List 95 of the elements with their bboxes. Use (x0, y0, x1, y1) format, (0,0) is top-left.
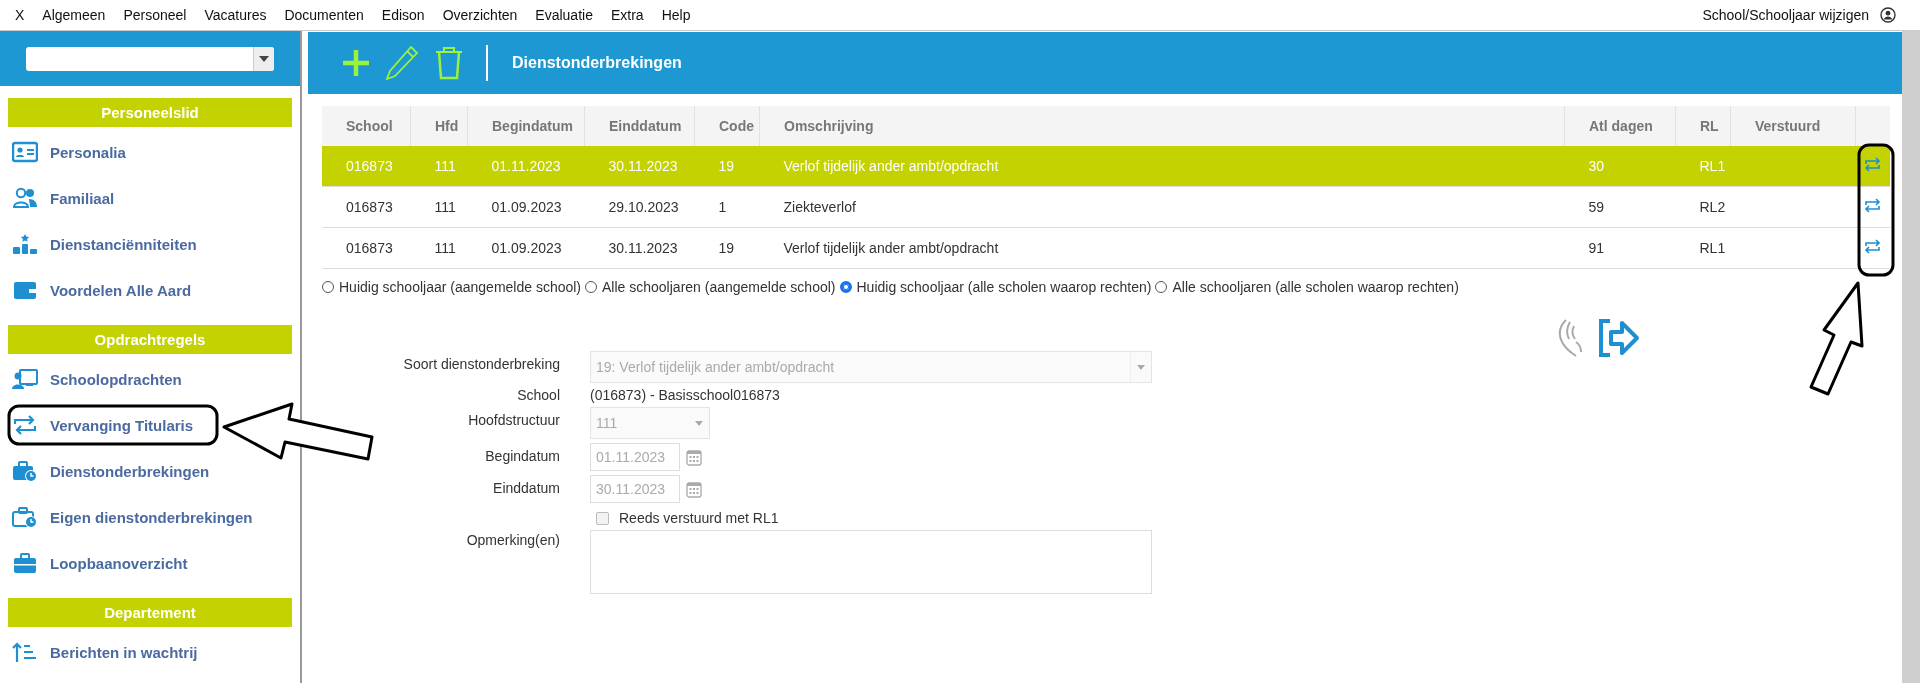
section-header: Departement (8, 598, 292, 627)
field-label: Einddatum (492, 479, 561, 496)
add-icon[interactable] (340, 47, 372, 79)
field-label: Hoofdstructuur (467, 411, 561, 428)
table-cell: 111 (410, 186, 468, 228)
section-header: Personeelslid (8, 98, 292, 127)
filter-radio[interactable]: Alle schooljaren (aangemelde school) (585, 279, 836, 295)
sidebar-item[interactable]: Personalia (8, 129, 130, 175)
presenter-icon (12, 368, 38, 390)
id-card-icon (12, 141, 38, 163)
table-cell: 19 (694, 227, 760, 269)
sidebar-item[interactable]: Dienstanciënniteiten (8, 221, 201, 267)
sidebar-item[interactable]: Schoolopdrachten (8, 356, 186, 402)
field-value: (016873) - Basisschool016873 (590, 387, 780, 403)
field-label: Soort dienstonderbreking (402, 355, 561, 372)
table-cell: 01.11.2023 (467, 146, 585, 187)
briefcase-clock-icon (12, 460, 38, 482)
filter-radio[interactable]: Huidig schooljaar (aangemelde school) (322, 279, 582, 295)
table-cell: RL2 (1675, 186, 1731, 228)
user-icon[interactable] (1880, 7, 1896, 23)
sidebar-item[interactable]: Voordelen Alle Aard (8, 267, 196, 313)
column-header[interactable]: School (322, 106, 411, 146)
scrollbar[interactable] (1902, 31, 1920, 683)
checkbox[interactable]: Reeds verstuurd met RL1 (590, 507, 779, 526)
column-header[interactable]: Atl dagen (1564, 106, 1676, 146)
sidebar-item[interactable]: Eigen dienstonderbrekingen (8, 494, 257, 540)
field-label: Opmerking(en) (465, 531, 561, 548)
filter-radio[interactable]: Huidig schooljaar (alle scholen waarop rechten) (839, 279, 1152, 295)
table-cell: 016873 (322, 146, 411, 187)
table-cell: RL1 (1675, 146, 1731, 187)
table-cell: 19 (694, 146, 760, 187)
sidebar-item[interactable]: Berichten in wachtrij (8, 629, 202, 675)
menu-item[interactable]: Algemeen (33, 7, 115, 23)
table-row[interactable]: 016873 111 01.09.2023 29.10.2023 1 Ziekteverlof 59 RL2 (322, 186, 1890, 228)
podium-icon (12, 233, 38, 255)
table-cell: 29.10.2023 (584, 186, 695, 228)
column-header[interactable]: Hfd (410, 106, 468, 146)
table-cell: Verlof tijdelijk ander ambt/opdracht (759, 146, 1565, 187)
table-cell: 91 (1564, 227, 1676, 269)
table-cell: 016873 (322, 227, 411, 269)
swap-icon[interactable] (1864, 157, 1882, 172)
column-header[interactable]: Einddatum (584, 106, 695, 146)
page-title: Dienstonderbrekingen (512, 54, 682, 72)
table-cell: 111 (410, 146, 468, 187)
sidebar-item[interactable]: Dienstonderbrekingen (8, 448, 214, 494)
briefcase-clock-icon (12, 506, 38, 528)
wallet-icon (12, 279, 38, 301)
table-cell: 30.11.2023 (584, 146, 695, 187)
menu-item[interactable]: Documenten (275, 7, 373, 23)
section-header: Opdrachtregels (8, 325, 292, 354)
sort-icon (12, 641, 38, 663)
column-header[interactable]: Begindatum (467, 106, 585, 146)
table-cell: 30.11.2023 (584, 227, 695, 269)
menu-item[interactable]: Edison (372, 7, 434, 23)
table-cell: Verlof tijdelijk ander ambt/opdracht (759, 227, 1565, 269)
menu-item[interactable]: School/Schooljaar wijzigen (1693, 7, 1878, 23)
column-header[interactable]: Verstuurd (1730, 106, 1856, 146)
sidebar-item[interactable]: Vervanging Titularis (8, 402, 198, 448)
people-icon (12, 187, 38, 209)
swap-icon[interactable] (1864, 239, 1882, 254)
table-cell: RL1 (1675, 227, 1731, 269)
column-header[interactable]: Omschrijving (759, 106, 1565, 146)
table-cell: 01.09.2023 (467, 227, 585, 269)
delete-icon[interactable] (434, 45, 464, 81)
sidebar-item[interactable]: Familiaal (8, 175, 119, 221)
column-header[interactable]: Code (694, 106, 760, 146)
table-cell: 30 (1564, 146, 1676, 187)
table-cell: 016873 (322, 186, 411, 228)
menu-item[interactable]: Vacatures (195, 7, 276, 23)
swap-icon[interactable] (1864, 198, 1882, 213)
menu-item[interactable]: X (6, 7, 34, 23)
table-cell: 59 (1564, 186, 1676, 228)
column-header[interactable]: RL (1675, 106, 1731, 146)
swap-icon (12, 414, 38, 436)
table-cell: 1 (694, 186, 760, 228)
menu-item[interactable]: Overzichten (433, 7, 527, 23)
menu-item[interactable]: Extra (601, 7, 653, 23)
briefcase-icon (12, 552, 38, 574)
sidebar-item[interactable]: Loopbaanoverzicht (8, 540, 192, 586)
person-select[interactable] (26, 46, 274, 71)
table-cell: 111 (410, 227, 468, 269)
calendar-icon[interactable] (686, 481, 702, 498)
edit-icon[interactable] (386, 45, 420, 81)
table-cell: 01.09.2023 (467, 186, 585, 228)
calendar-icon[interactable] (686, 449, 702, 466)
filter-radio[interactable]: Alle schooljaren (alle scholen waarop rechten) (1155, 279, 1459, 295)
field-label: Begindatum (484, 447, 561, 464)
table-cell: Ziekteverlof (759, 186, 1565, 228)
logout-icon[interactable] (1596, 318, 1640, 358)
menu-item[interactable]: Personeel (114, 7, 196, 23)
table-row[interactable]: 016873 111 01.09.2023 30.11.2023 19 Verlof tijdelijk ander ambt/opdracht 91 RL1 (322, 227, 1890, 269)
remarks-field[interactable] (590, 530, 1152, 594)
field-label: School (516, 387, 561, 403)
menu-item[interactable]: Evaluatie (526, 7, 602, 23)
menu-item[interactable]: Help (652, 7, 700, 23)
